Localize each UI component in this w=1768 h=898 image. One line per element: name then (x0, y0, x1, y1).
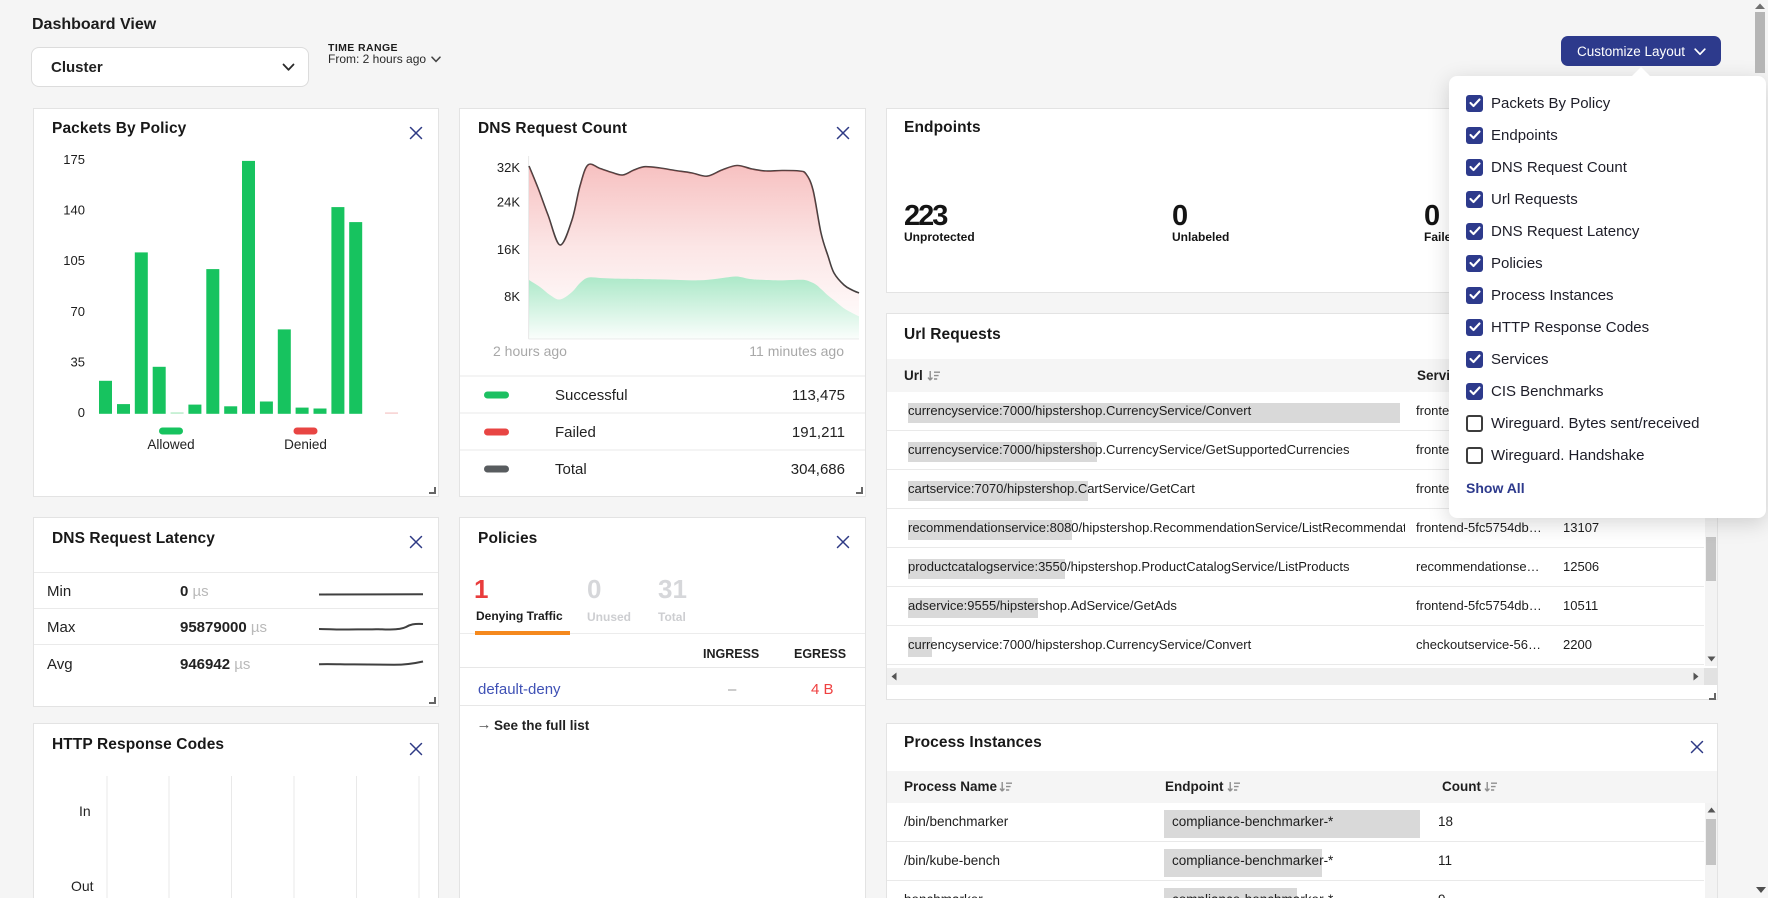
svg-text:0: 0 (78, 405, 85, 420)
svg-text:Failed: Failed (555, 424, 596, 441)
svg-text:175: 175 (63, 152, 85, 167)
svg-text:113,475: 113,475 (792, 387, 845, 404)
svg-text:16K: 16K (497, 242, 520, 257)
svg-text:Successful: Successful (555, 387, 628, 404)
svg-text:In: In (79, 803, 91, 819)
svg-text:Allowed: Allowed (147, 437, 194, 452)
svg-text:32K: 32K (497, 160, 520, 175)
svg-text:24K: 24K (497, 195, 520, 210)
svg-text:8K: 8K (504, 289, 520, 304)
svg-text:Out: Out (71, 878, 94, 894)
svg-text:Denied: Denied (284, 437, 327, 452)
svg-text:35: 35 (71, 355, 85, 370)
svg-text:191,211: 191,211 (792, 424, 845, 441)
svg-text:11 minutes ago: 11 minutes ago (749, 343, 844, 359)
svg-text:Total: Total (555, 461, 587, 478)
svg-text:105: 105 (63, 253, 85, 268)
svg-text:2 hours ago: 2 hours ago (493, 343, 567, 359)
svg-text:140: 140 (63, 203, 85, 218)
svg-text:70: 70 (71, 304, 85, 319)
svg-text:304,686: 304,686 (791, 461, 845, 478)
